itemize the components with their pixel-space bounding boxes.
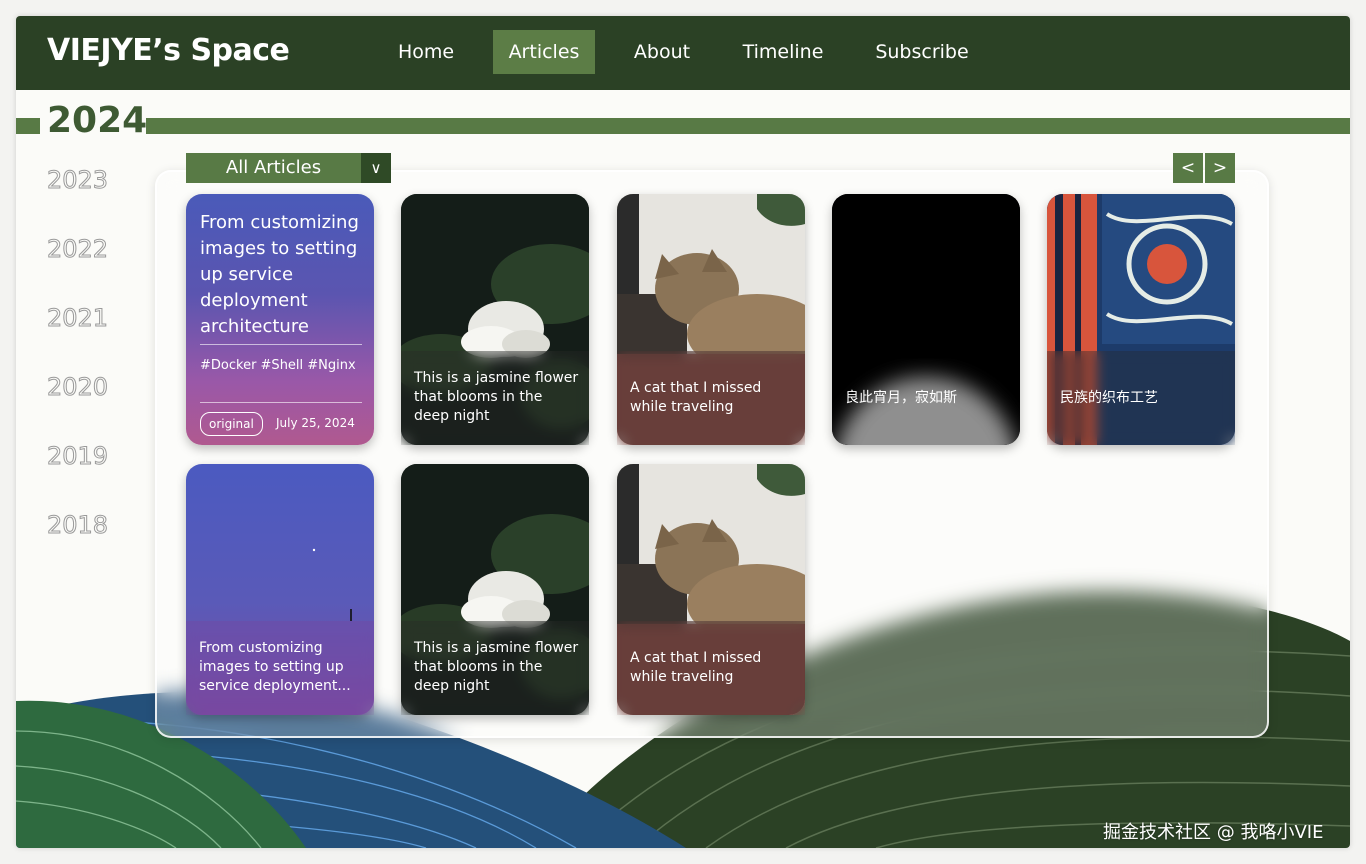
nav-about[interactable]: About: [620, 30, 704, 74]
year-2020[interactable]: 2020: [46, 373, 108, 402]
article-card-jasmine[interactable]: This is a jasmine flower that blooms in …: [401, 194, 589, 445]
divider: [200, 402, 362, 403]
year-2018[interactable]: 2018: [46, 511, 108, 540]
site-title[interactable]: VIEJYE’s Space: [47, 33, 290, 68]
year-2022[interactable]: 2022: [46, 235, 108, 264]
year-2021[interactable]: 2021: [46, 304, 108, 333]
next-page-button[interactable]: >: [1205, 153, 1235, 183]
article-card-fabric[interactable]: 民族的织布工艺: [1047, 194, 1235, 445]
watermark-text: 掘金技术社区 @ 我咯小VIE: [1103, 822, 1324, 843]
article-caption: This is a jasmine flower that blooms in …: [414, 640, 579, 694]
original-badge: original: [200, 412, 263, 436]
current-year: 2024: [47, 100, 148, 141]
featured-article-date: July 25, 2024: [276, 416, 355, 430]
article-card-moon[interactable]: 良此宵月，寂如斯: [832, 194, 1020, 445]
featured-article-tags: #Docker #Shell #Nginx: [200, 358, 356, 373]
divider: [200, 344, 362, 345]
article-caption: From customizing images to setting up se…: [199, 640, 351, 694]
featured-article-card[interactable]: From customizing images to setting up se…: [186, 194, 374, 445]
article-card-cat[interactable]: A cat that I missed while traveling: [617, 194, 805, 445]
nav-articles[interactable]: Articles: [493, 30, 595, 74]
year-2019[interactable]: 2019: [46, 442, 108, 471]
article-caption: This is a jasmine flower that blooms in …: [414, 370, 579, 424]
chevron-down-icon[interactable]: ∨: [361, 153, 391, 183]
article-card-cat[interactable]: A cat that I missed while traveling: [617, 464, 805, 715]
article-caption: 良此宵月，寂如斯: [845, 390, 957, 406]
article-caption: 民族的织布工艺: [1060, 390, 1158, 406]
article-filter-select[interactable]: All Articles: [186, 153, 361, 183]
top-header: VIEJYE’s Space Home Articles About Timel…: [16, 16, 1350, 90]
app-window: VIEJYE’s Space Home Articles About Timel…: [16, 16, 1350, 848]
featured-article-title: From customizing images to setting up se…: [200, 212, 359, 337]
nav-subscribe[interactable]: Subscribe: [862, 30, 982, 74]
article-card-purple-sky[interactable]: From customizing images to setting up se…: [186, 464, 374, 715]
article-caption: A cat that I missed while traveling: [630, 650, 762, 685]
year-divider-left: [16, 118, 40, 134]
prev-page-button[interactable]: <: [1173, 153, 1203, 183]
article-card-jasmine[interactable]: This is a jasmine flower that blooms in …: [401, 464, 589, 715]
year-2023[interactable]: 2023: [46, 166, 108, 195]
nav-timeline[interactable]: Timeline: [730, 30, 836, 74]
nav-home[interactable]: Home: [382, 30, 470, 74]
year-divider-right: [146, 118, 1350, 134]
article-caption: A cat that I missed while traveling: [630, 380, 762, 415]
